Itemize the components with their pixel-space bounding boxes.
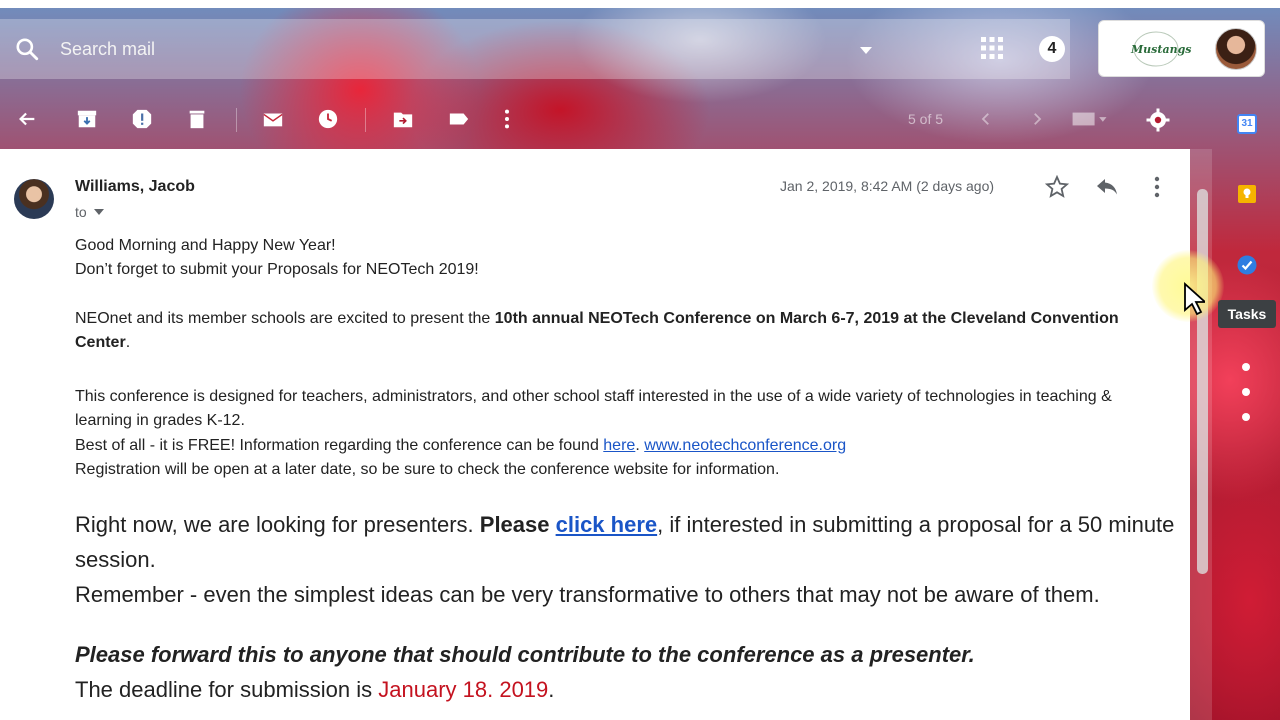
report-spam-icon[interactable] — [131, 108, 153, 130]
top-strip — [0, 0, 1280, 8]
info-text: Best of all - it is FREE! Information re… — [75, 437, 604, 454]
keep-icon[interactable] — [1237, 184, 1257, 204]
intro-text: NEOnet and its member schools are excite… — [75, 310, 495, 327]
side-panel-dot — [1242, 388, 1250, 396]
more-vert-icon[interactable] — [500, 108, 514, 130]
page-count: 5 of 5 — [908, 111, 944, 127]
sender-avatar[interactable] — [14, 179, 54, 219]
reply-icon[interactable] — [1095, 176, 1119, 198]
scrollbar-track[interactable] — [1190, 149, 1212, 720]
message-panel: Williams, Jacob to Jan 2, 2019, 8:42 AM … — [0, 149, 1190, 720]
sender-name[interactable]: Williams, Jacob — [75, 178, 195, 196]
org-logo: Mustangs — [1129, 29, 1191, 69]
search-icon[interactable] — [14, 36, 40, 62]
chevron-down-icon[interactable] — [93, 208, 105, 216]
please-text: Please — [479, 512, 556, 537]
search-input[interactable] — [60, 33, 840, 65]
chevron-right-icon[interactable] — [1028, 108, 1046, 130]
apps-grid-icon[interactable] — [980, 36, 1004, 60]
info-separator: . — [635, 437, 645, 454]
account-switcher[interactable]: Mustangs — [1098, 20, 1265, 77]
side-panel-dot — [1242, 363, 1250, 371]
deadline-period: . — [548, 677, 555, 702]
reminder-line: Don’t forget to submit your Proposals fo… — [75, 261, 479, 278]
message-date: Jan 2, 2019, 8:42 AM (2 days ago) — [780, 178, 995, 194]
more-options-icon[interactable] — [1148, 175, 1166, 199]
deadline-line: The deadline for submission is January 1… — [75, 672, 554, 707]
audience-paragraph: This conference is designed for teachers… — [75, 388, 1112, 429]
here-link[interactable]: here — [603, 437, 635, 454]
keyboard-icon[interactable] — [1070, 108, 1110, 130]
move-to-icon[interactable] — [392, 108, 414, 130]
mark-unread-icon[interactable] — [262, 108, 284, 130]
mouse-pointer-icon — [1184, 282, 1205, 316]
search-bar[interactable] — [0, 19, 1070, 79]
tasks-tooltip: Tasks — [1218, 300, 1276, 328]
label-icon[interactable] — [448, 108, 470, 130]
greeting-line: Good Morning and Happy New Year! — [75, 237, 336, 254]
intro-paragraph: NEOnet and its member schools are excite… — [75, 307, 1155, 355]
forward-request: Please forward this to anyone that shoul… — [75, 642, 975, 667]
message-toolbar — [0, 90, 1190, 148]
info-paragraph: Best of all - it is FREE! Information re… — [75, 434, 1155, 458]
back-arrow-icon[interactable] — [16, 108, 38, 130]
deadline-text: The deadline for submission is — [75, 677, 379, 702]
recipient-details[interactable]: to — [75, 204, 105, 220]
calendar-icon[interactable]: 31 — [1237, 114, 1257, 134]
intro-period: . — [125, 334, 131, 351]
recipient-prefix: to — [75, 204, 87, 220]
scrollbar-thumb[interactable] — [1197, 189, 1208, 574]
tasks-icon[interactable] — [1237, 255, 1257, 275]
snooze-icon[interactable] — [317, 108, 339, 130]
toolbar-divider — [365, 108, 366, 132]
click-here-link[interactable]: click here — [556, 512, 658, 537]
registration-paragraph: Registration will be open at a later dat… — [75, 461, 780, 478]
archive-icon[interactable] — [76, 108, 98, 130]
presenters-paragraph: Right now, we are looking for presenters… — [75, 507, 1185, 577]
side-panel-dot — [1242, 413, 1250, 421]
star-icon[interactable] — [1045, 175, 1069, 199]
deadline-date: January 18. 2019 — [378, 677, 549, 702]
side-panel — [1190, 149, 1280, 720]
chevron-left-icon[interactable] — [977, 108, 995, 130]
notification-badge[interactable]: 4 — [1039, 36, 1065, 62]
conference-website-link[interactable]: www.neotechconference.org — [644, 437, 846, 454]
delete-icon[interactable] — [186, 108, 208, 130]
search-options-dropdown-icon[interactable] — [858, 45, 874, 55]
remember-paragraph: Remember - even the simplest ideas can b… — [75, 582, 1100, 607]
org-logo-text: Mustangs — [1131, 43, 1192, 56]
account-avatar[interactable] — [1215, 28, 1257, 70]
toolbar-divider — [236, 108, 237, 132]
settings-icon[interactable] — [1146, 108, 1170, 132]
presenters-text: Right now, we are looking for presenters… — [75, 512, 480, 537]
